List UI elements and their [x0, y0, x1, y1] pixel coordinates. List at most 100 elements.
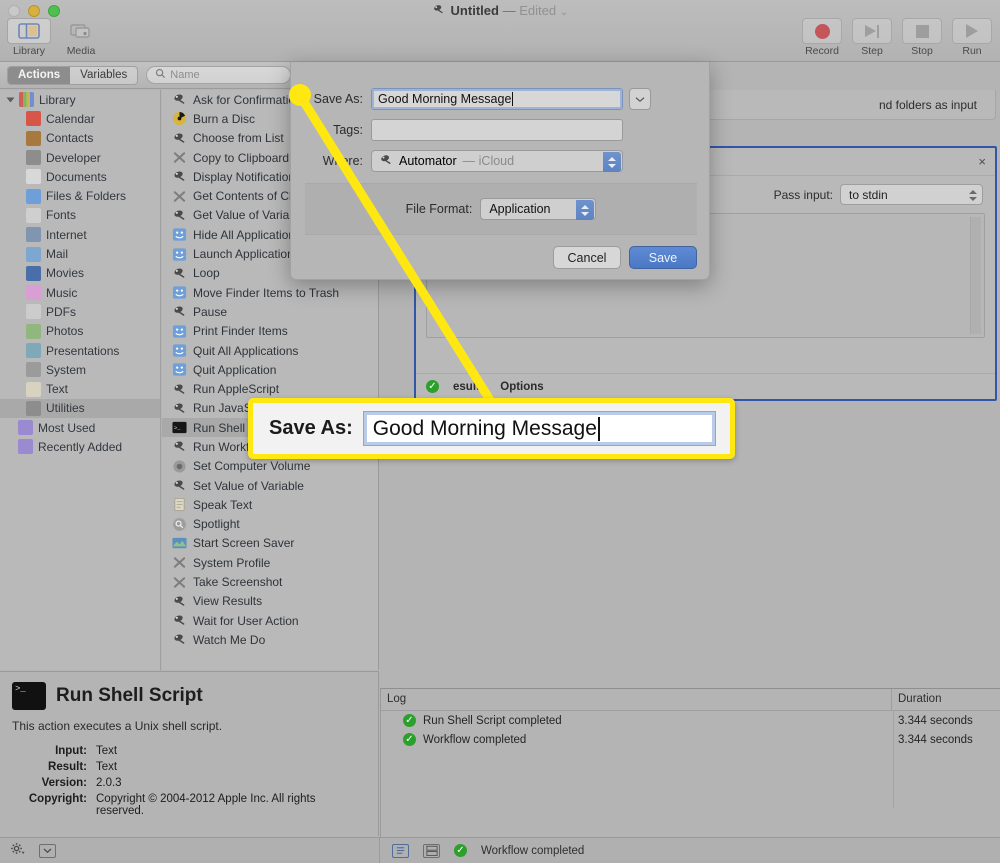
- library-item-internet[interactable]: Internet: [0, 225, 160, 244]
- library-item-photos[interactable]: Photos: [0, 322, 160, 341]
- library-item-pdfs[interactable]: PDFs: [0, 302, 160, 321]
- disclosure-triangle-icon[interactable]: [6, 97, 15, 103]
- library-item-developer[interactable]: Developer: [0, 148, 160, 167]
- library-item-movies[interactable]: Movies: [0, 264, 160, 283]
- callout-save-as-field: Good Morning Message: [362, 411, 716, 446]
- library-item-calendar[interactable]: Calendar: [0, 109, 160, 128]
- action-item-watch-me-do[interactable]: Watch Me Do: [162, 630, 378, 649]
- save-dialog-sheet[interactable]: Save As: Good Morning Message Tags: Wher…: [290, 62, 710, 280]
- step-button[interactable]: Step: [848, 18, 896, 57]
- library-root-row[interactable]: Library: [0, 90, 160, 109]
- close-icon[interactable]: ×: [978, 154, 986, 169]
- terminal-icon: >_: [12, 682, 46, 710]
- log-rows-container[interactable]: ✓ Run Shell Script completed 3.344 seconds…: [381, 711, 1000, 838]
- library-category-icon: [26, 150, 41, 166]
- info-value: Text: [96, 745, 118, 757]
- library-item-presentations[interactable]: Presentations: [0, 341, 160, 360]
- action-item-speak-text[interactable]: Speak Text: [162, 495, 378, 514]
- tab-variables[interactable]: Variables: [70, 66, 138, 84]
- action-item-take-screenshot[interactable]: Take Screenshot: [162, 572, 378, 591]
- action-item-move-finder-items-to-trash[interactable]: Move Finder Items to Trash: [162, 283, 378, 302]
- save-button[interactable]: Save: [629, 246, 697, 269]
- stepper-icon[interactable]: [603, 152, 621, 172]
- action-item-set-value-of-variable[interactable]: Set Value of Variable: [162, 476, 378, 495]
- action-icon: [172, 362, 187, 377]
- title-chevron-down-icon[interactable]: ⌄: [560, 7, 568, 18]
- results-tab[interactable]: esults: [453, 381, 486, 393]
- library-group-most-used[interactable]: Most Used: [0, 418, 160, 437]
- where-value: Automator: [399, 154, 457, 168]
- library-category-icon: [26, 304, 41, 320]
- library-item-files-folders[interactable]: Files & Folders: [0, 186, 160, 205]
- action-item-system-profile[interactable]: System Profile: [162, 553, 378, 572]
- action-info-description: This action executes a Unix shell script…: [12, 719, 223, 733]
- stop-button[interactable]: Stop: [898, 18, 946, 57]
- run-button[interactable]: Run: [948, 18, 996, 57]
- library-item-fonts[interactable]: Fonts: [0, 206, 160, 225]
- where-location-select[interactable]: Automator — iCloud: [371, 150, 623, 172]
- library-item-music[interactable]: Music: [0, 283, 160, 302]
- action-item-label: Speak Text: [193, 497, 253, 512]
- action-item-spotlight[interactable]: Spotlight: [162, 515, 378, 534]
- action-info-title: Run Shell Script: [56, 685, 203, 706]
- action-item-print-finder-items[interactable]: Print Finder Items: [162, 322, 378, 341]
- toolbar-right-group: Record Step Stop Run: [798, 18, 996, 57]
- save-as-input[interactable]: Good Morning Message: [371, 88, 623, 110]
- tags-input[interactable]: [371, 119, 623, 141]
- library-item-utilities[interactable]: Utilities: [0, 398, 160, 419]
- library-category-icon: [26, 246, 41, 262]
- action-item-wait-for-user-action[interactable]: Wait for User Action: [162, 611, 378, 630]
- library-item-contacts[interactable]: Contacts: [0, 129, 160, 148]
- script-scrollbar[interactable]: [970, 217, 981, 334]
- library-item-documents[interactable]: Documents: [0, 167, 160, 186]
- options-tab[interactable]: Options: [500, 381, 543, 393]
- library-group-recently-added[interactable]: Recently Added: [0, 437, 160, 456]
- check-icon: ✓: [403, 714, 416, 727]
- cancel-button[interactable]: Cancel: [553, 246, 621, 269]
- callout-value: Good Morning Message: [372, 416, 597, 440]
- library-category-icon: [26, 343, 41, 358]
- library-category-icon: [26, 227, 41, 243]
- expand-dialog-chevron-down-icon[interactable]: [629, 88, 651, 110]
- search-input[interactable]: Name: [146, 66, 292, 84]
- tab-actions[interactable]: Actions: [8, 66, 71, 84]
- action-item-quit-all-applications[interactable]: Quit All Applications: [162, 341, 378, 360]
- gear-icon[interactable]: [10, 841, 25, 861]
- workflow-status-text: Workflow completed: [481, 844, 585, 857]
- action-item-quit-application[interactable]: Quit Application: [162, 360, 378, 379]
- chevron-down-box-icon[interactable]: [39, 843, 56, 858]
- record-button[interactable]: Record: [798, 18, 846, 57]
- duration-column-header[interactable]: Duration: [892, 689, 1000, 710]
- action-item-start-screen-saver[interactable]: Start Screen Saver: [162, 534, 378, 553]
- title-dash: —: [502, 3, 516, 18]
- media-toolbar-button[interactable]: Media: [57, 18, 105, 57]
- library-item-label: Mail: [46, 247, 69, 262]
- action-item-label: Move Finder Items to Trash: [193, 285, 340, 300]
- svg-text:>_: >_: [174, 425, 181, 432]
- library-item-system[interactable]: System: [0, 360, 160, 379]
- run-icon: [966, 24, 978, 38]
- action-item-view-results[interactable]: View Results: [162, 592, 378, 611]
- stepper-icon[interactable]: [576, 200, 595, 220]
- library-toolbar-button[interactable]: Library: [5, 18, 53, 57]
- library-item-label: Documents: [46, 169, 107, 184]
- log-row[interactable]: ✓ Workflow completed 3.344 seconds: [381, 730, 1000, 749]
- stop-label: Stop: [911, 45, 933, 57]
- action-item-run-applescript[interactable]: Run AppleScript: [162, 379, 378, 398]
- action-item-set-computer-volume[interactable]: Set Computer Volume: [162, 457, 378, 476]
- library-item-mail[interactable]: Mail: [0, 244, 160, 263]
- pass-input-select[interactable]: to stdin: [840, 184, 983, 205]
- log-message: Workflow completed: [423, 733, 527, 746]
- library-list-panel[interactable]: Library Calendar Contacts Developer Documen…: [0, 90, 161, 670]
- library-item-text[interactable]: Text: [0, 379, 160, 398]
- action-icon: [172, 150, 187, 165]
- split-view-icon[interactable]: [423, 843, 440, 858]
- log-list-icon[interactable]: [392, 843, 409, 858]
- log-column-header[interactable]: Log: [381, 689, 892, 710]
- library-folder-icon: [19, 92, 34, 108]
- log-row[interactable]: ✓ Run Shell Script completed 3.344 seconds: [381, 711, 1000, 730]
- action-item-label: Wait for User Action: [193, 613, 299, 628]
- action-item-pause[interactable]: Pause: [162, 302, 378, 321]
- action-icon: [172, 247, 187, 262]
- file-format-select[interactable]: Application: [480, 198, 597, 220]
